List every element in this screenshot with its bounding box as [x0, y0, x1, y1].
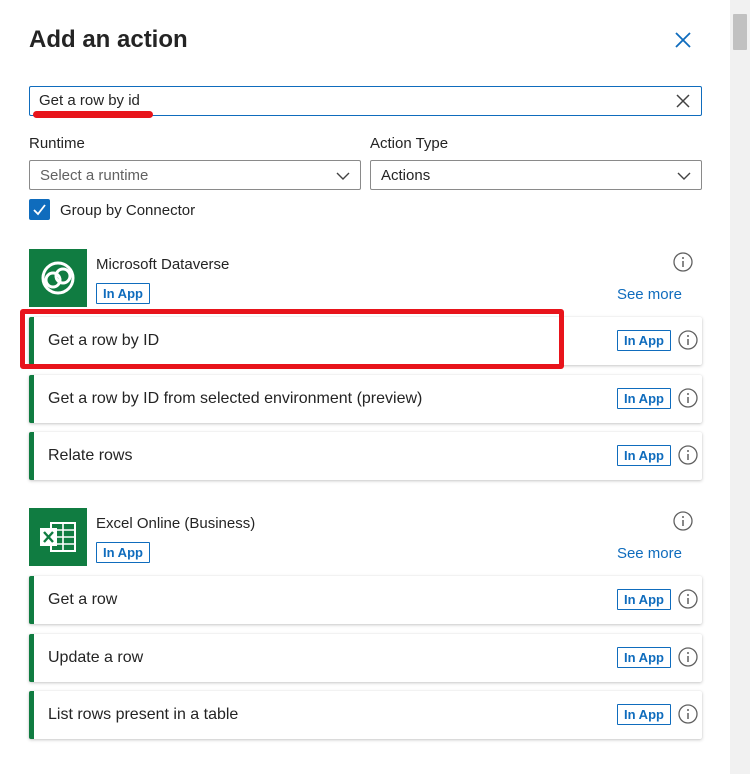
- action-item[interactable]: Update a row In App: [29, 634, 702, 682]
- connector-info-button[interactable]: [672, 251, 694, 273]
- in-app-badge: In App: [617, 647, 671, 668]
- action-name: Get a row: [48, 591, 118, 608]
- in-app-badge: In App: [96, 283, 150, 304]
- action-name: List rows present in a table: [48, 706, 239, 723]
- runtime-label: Runtime: [29, 135, 85, 152]
- action-item[interactable]: Get a row by ID from selected environmen…: [29, 375, 702, 423]
- action-info-button[interactable]: [677, 588, 699, 610]
- connector-name: Microsoft Dataverse: [96, 256, 230, 273]
- group-by-connector-label: Group by Connector: [60, 202, 196, 219]
- action-name: Relate rows: [48, 447, 133, 464]
- panel-title: Add an action: [29, 26, 188, 53]
- close-button[interactable]: [670, 27, 696, 53]
- group-by-connector-checkbox[interactable]: [29, 199, 50, 220]
- action-item[interactable]: Get a row In App: [29, 576, 702, 624]
- action-info-button[interactable]: [677, 444, 699, 466]
- action-name: Get a row by ID: [48, 332, 160, 349]
- search-input[interactable]: [39, 92, 639, 109]
- action-name: Get a row by ID from selected environmen…: [48, 390, 423, 407]
- close-icon: [675, 32, 691, 48]
- checkmark-icon: [33, 204, 46, 216]
- info-icon: [678, 330, 698, 350]
- action-item[interactable]: Get a row by ID In App: [29, 317, 702, 365]
- dataverse-icon: [29, 249, 87, 307]
- action-item[interactable]: Relate rows In App: [29, 432, 702, 480]
- clear-search-button[interactable]: [674, 92, 692, 110]
- action-item[interactable]: List rows present in a table In App: [29, 691, 702, 739]
- in-app-badge: In App: [617, 704, 671, 725]
- connector-name: Excel Online (Business): [96, 515, 256, 532]
- in-app-badge: In App: [617, 388, 671, 409]
- search-annotation-underline: [33, 111, 153, 118]
- in-app-badge: In App: [96, 542, 150, 563]
- action-info-button[interactable]: [677, 387, 699, 409]
- clear-icon: [676, 94, 690, 108]
- connector-info-button[interactable]: [672, 510, 694, 532]
- info-icon: [678, 445, 698, 465]
- action-type-dropdown[interactable]: Actions: [370, 160, 702, 190]
- in-app-badge: In App: [617, 589, 671, 610]
- in-app-badge: In App: [617, 330, 671, 351]
- info-icon: [678, 704, 698, 724]
- info-icon: [678, 647, 698, 667]
- info-icon: [678, 388, 698, 408]
- see-more-link[interactable]: See more: [617, 545, 682, 562]
- info-icon: [673, 252, 693, 272]
- action-type-value: Actions: [381, 167, 431, 184]
- scrollbar-thumb[interactable]: [733, 14, 747, 50]
- chevron-down-icon: [336, 172, 350, 180]
- in-app-badge: In App: [617, 445, 671, 466]
- add-action-panel: Add an action Runtime Select a runtime A…: [0, 0, 730, 774]
- action-type-label: Action Type: [370, 135, 449, 152]
- action-name: Update a row: [48, 649, 144, 666]
- action-info-button[interactable]: [677, 646, 699, 668]
- runtime-dropdown[interactable]: Select a runtime: [29, 160, 361, 190]
- runtime-placeholder: Select a runtime: [40, 167, 149, 184]
- info-icon: [673, 511, 693, 531]
- action-info-button[interactable]: [677, 329, 699, 351]
- see-more-link[interactable]: See more: [617, 286, 682, 303]
- vertical-scrollbar[interactable]: [730, 0, 750, 774]
- chevron-down-icon: [677, 172, 691, 180]
- excel-icon: [29, 508, 87, 566]
- info-icon: [678, 589, 698, 609]
- action-info-button[interactable]: [677, 703, 699, 725]
